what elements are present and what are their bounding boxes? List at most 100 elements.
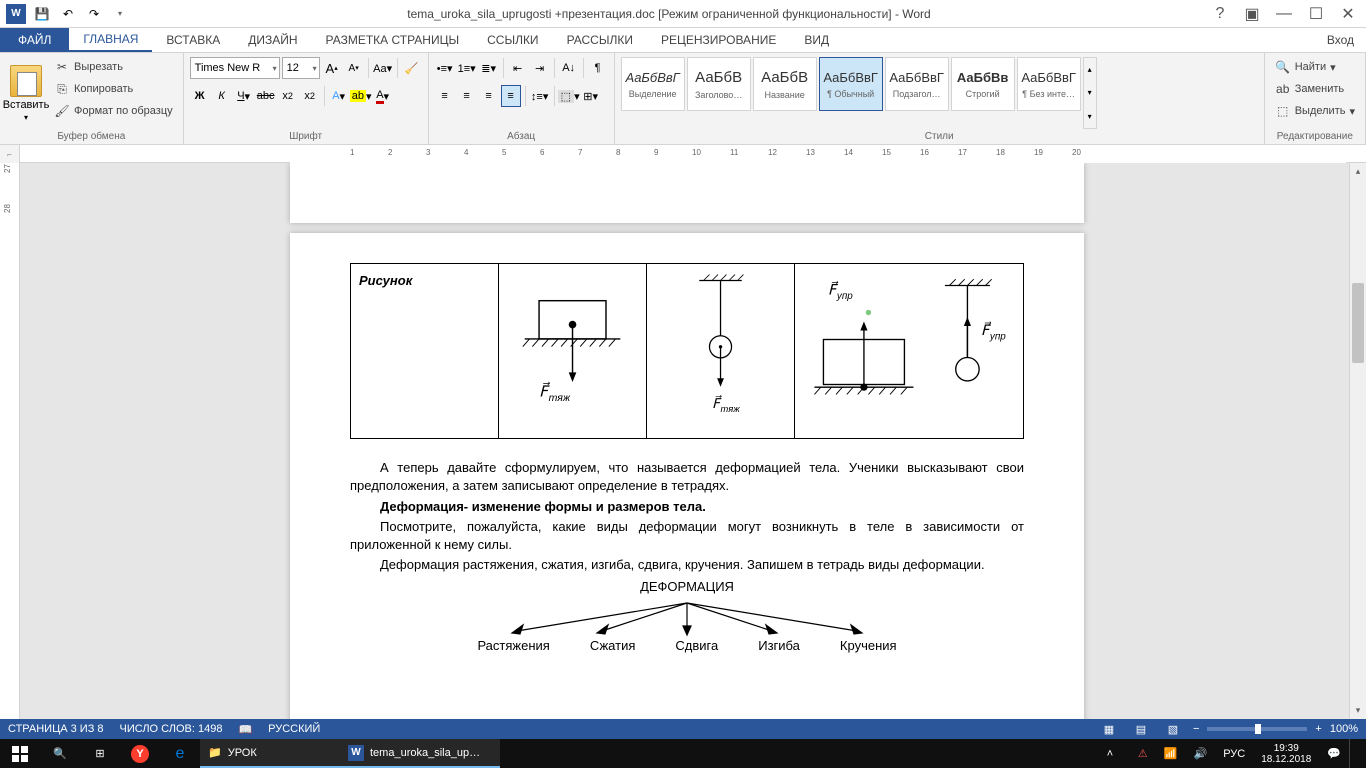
undo-button[interactable]: ↶ <box>56 3 80 25</box>
subscript-button[interactable]: x2 <box>278 85 298 107</box>
tray-volume-icon[interactable]: 🔊 <box>1186 739 1216 768</box>
zoom-in-button[interactable]: + <box>1315 723 1321 735</box>
maximize-button[interactable]: ☐ <box>1302 4 1330 24</box>
tab-view[interactable]: ВИД <box>790 28 843 52</box>
page-current[interactable]: Рисунок F⃗ тяж <box>290 233 1084 719</box>
task-view-button[interactable]: ⊞ <box>80 739 120 768</box>
window-title: tema_uroka_sila_uprugosti +презентация.d… <box>132 7 1206 21</box>
cut-button[interactable]: ✂Вырезать <box>50 57 177 77</box>
word-task[interactable]: Wtema_uroka_sila_up… <box>340 739 500 768</box>
document-content[interactable]: Рисунок F⃗ тяж <box>290 233 1084 685</box>
status-words[interactable]: ЧИСЛО СЛОВ: 1498 <box>120 723 223 735</box>
underline-button[interactable]: Ч▾ <box>234 85 254 107</box>
edge-browser[interactable]: e <box>160 739 200 768</box>
style-subtitle[interactable]: АаБбВвГПодзагол… <box>885 57 949 111</box>
ruler-vertical[interactable]: 27 28 <box>0 163 20 719</box>
tab-review[interactable]: РЕЦЕНЗИРОВАНИЕ <box>647 28 790 52</box>
copy-button[interactable]: ⎘Копировать <box>50 79 177 99</box>
vertical-scrollbar[interactable]: ▴ ▾ <box>1349 163 1366 719</box>
ribbon-display-button[interactable]: ▣ <box>1238 4 1266 24</box>
italic-button[interactable]: К <box>212 85 232 107</box>
select-button[interactable]: ⬚Выделить▾ <box>1271 101 1359 121</box>
ruler-horizontal[interactable]: ⌐ 1234567891011121314151617181920 <box>0 145 1366 163</box>
styles-gallery-more[interactable]: ▴▾▾ <box>1083 57 1097 129</box>
tray-clock[interactable]: 19:39 18.12.2018 <box>1253 743 1319 765</box>
start-button[interactable] <box>0 739 40 768</box>
tab-layout[interactable]: РАЗМЕТКА СТРАНИЦЫ <box>312 28 474 52</box>
bold-button[interactable]: Ж <box>190 85 210 107</box>
scroll-thumb[interactable] <box>1352 283 1364 363</box>
change-case-button[interactable]: Aa▾ <box>373 57 393 79</box>
zoom-level[interactable]: 100% <box>1330 723 1358 735</box>
shrink-font-button[interactable]: A▾ <box>344 57 364 79</box>
decrease-indent-button[interactable]: ⇤ <box>508 57 528 79</box>
word-app-icon[interactable]: W <box>4 3 28 25</box>
status-page[interactable]: СТРАНИЦА 3 ИЗ 8 <box>8 723 104 735</box>
highlight-button[interactable]: ab▾ <box>351 85 371 107</box>
clear-formatting-button[interactable]: 🧹 <box>402 57 422 79</box>
font-size-combo[interactable]: 12 <box>282 57 320 79</box>
align-left-button[interactable]: ≡ <box>435 85 455 107</box>
style-normal[interactable]: АаБбВвГ¶ Обычный <box>819 57 883 111</box>
multilevel-button[interactable]: ≣▾ <box>479 57 499 79</box>
find-button[interactable]: 🔍Найти▾ <box>1271 57 1359 77</box>
numbering-button[interactable]: 1≡▾ <box>457 57 477 79</box>
minimize-button[interactable]: — <box>1270 4 1298 24</box>
yandex-browser[interactable]: Y <box>120 739 160 768</box>
login-link[interactable]: Вход <box>1315 28 1366 52</box>
font-name-combo[interactable]: Times New R <box>190 57 280 79</box>
view-print-layout[interactable]: ▤ <box>1129 720 1153 738</box>
tray-security-icon[interactable]: ⚠ <box>1130 739 1156 768</box>
format-painter-button[interactable]: 🖌Формат по образцу <box>50 101 177 121</box>
strikethrough-button[interactable]: abc <box>256 85 276 107</box>
bullets-button[interactable]: •≡▾ <box>435 57 455 79</box>
tab-design[interactable]: ДИЗАЙН <box>234 28 311 52</box>
status-proofing-icon[interactable]: 📖 <box>238 723 252 736</box>
status-language[interactable]: РУССКИЙ <box>268 723 320 735</box>
font-color-button[interactable]: A▾ <box>373 85 393 107</box>
style-emphasis[interactable]: АаБбВвГВыделение <box>621 57 685 111</box>
show-marks-button[interactable]: ¶ <box>588 57 608 79</box>
style-title[interactable]: АаБбВНазвание <box>753 57 817 111</box>
zoom-slider[interactable] <box>1207 727 1307 731</box>
help-button[interactable]: ? <box>1206 4 1234 24</box>
style-strong[interactable]: АаБбВвСтрогий <box>951 57 1015 111</box>
justify-button[interactable]: ≡ <box>501 85 521 107</box>
tab-references[interactable]: ССЫЛКИ <box>473 28 552 52</box>
style-heading[interactable]: АаБбВЗаголово… <box>687 57 751 111</box>
close-button[interactable]: ✕ <box>1334 4 1362 24</box>
tray-language[interactable]: РУС <box>1215 739 1253 768</box>
increase-indent-button[interactable]: ⇥ <box>530 57 550 79</box>
replace-button[interactable]: abЗаменить <box>1271 79 1359 99</box>
show-desktop-button[interactable] <box>1349 739 1366 768</box>
align-center-button[interactable]: ≡ <box>457 85 477 107</box>
tray-chevron[interactable]: ˄ <box>1090 739 1130 768</box>
tab-mailings[interactable]: РАССЫЛКИ <box>553 28 647 52</box>
paste-button[interactable]: Вставить ▾ <box>6 57 46 129</box>
tab-home[interactable]: ГЛАВНАЯ <box>69 28 152 52</box>
view-web-layout[interactable]: ▧ <box>1161 720 1185 738</box>
superscript-button[interactable]: x2 <box>300 85 320 107</box>
tray-network-icon[interactable]: 📶 <box>1156 739 1186 768</box>
qat-customize[interactable]: ▾ <box>108 3 132 25</box>
redo-button[interactable]: ↷ <box>82 3 106 25</box>
action-center-button[interactable]: 💬 <box>1319 739 1349 768</box>
save-button[interactable]: 💾 <box>30 3 54 25</box>
page-previous-bottom[interactable] <box>290 163 1084 223</box>
borders-button[interactable]: ⊞▾ <box>581 85 601 107</box>
tab-file[interactable]: ФАЙЛ <box>0 28 69 52</box>
search-button[interactable]: 🔍 <box>40 739 80 768</box>
view-read-mode[interactable]: ▦ <box>1097 720 1121 738</box>
zoom-out-button[interactable]: − <box>1193 723 1199 735</box>
sort-button[interactable]: A↓ <box>559 57 579 79</box>
scroll-up-button[interactable]: ▴ <box>1350 163 1366 180</box>
explorer-folder[interactable]: 📁УРОК <box>200 739 340 768</box>
text-effects-button[interactable]: A▾ <box>329 85 349 107</box>
grow-font-button[interactable]: A▴ <box>322 57 342 79</box>
tab-insert[interactable]: ВСТАВКА <box>152 28 234 52</box>
align-right-button[interactable]: ≡ <box>479 85 499 107</box>
line-spacing-button[interactable]: ↕≡▾ <box>530 85 550 107</box>
shading-button[interactable]: ⬚▾ <box>559 85 579 107</box>
style-nospacing[interactable]: АаБбВвГ¶ Без инте… <box>1017 57 1081 111</box>
scroll-down-button[interactable]: ▾ <box>1350 702 1366 719</box>
